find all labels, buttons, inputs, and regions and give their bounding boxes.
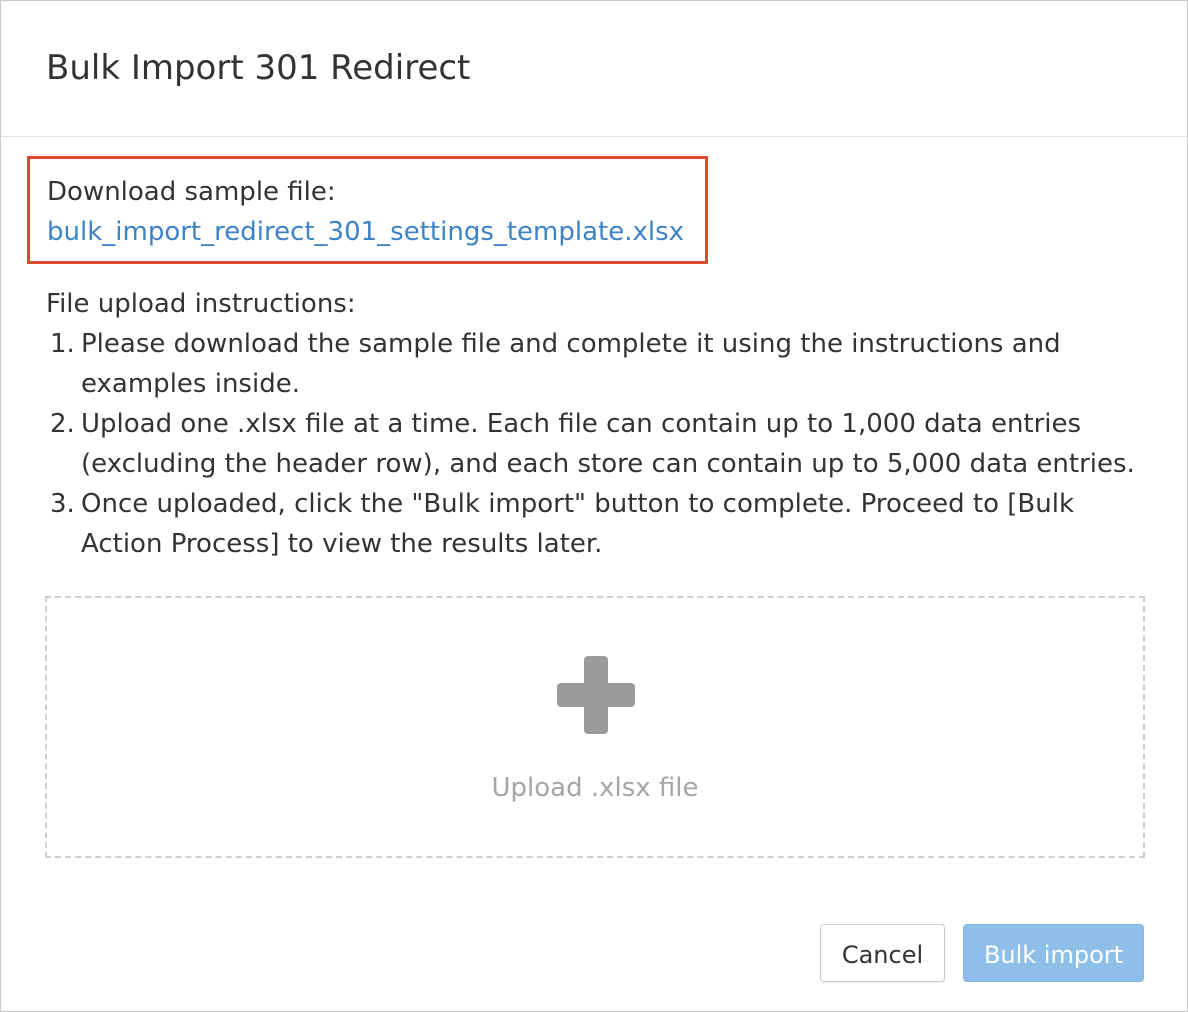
- dialog-header: Bulk Import 301 Redirect: [1, 1, 1187, 137]
- instructions-title: File upload instructions:: [46, 289, 356, 319]
- instruction-item: 1. Please download the sample file and c…: [46, 324, 1156, 404]
- plus-icon: [555, 654, 637, 736]
- instructions-list: 1. Please download the sample file and c…: [46, 324, 1156, 564]
- instruction-number: 3.: [50, 489, 75, 519]
- sample-file-highlight: Download sample file: bulk_import_redire…: [27, 156, 708, 264]
- instruction-text: Please download the sample file and comp…: [81, 329, 1061, 399]
- sample-file-label: Download sample file:: [47, 177, 336, 207]
- instruction-text: Once uploaded, click the "Bulk import" b…: [81, 489, 1075, 559]
- upload-instructions: File upload instructions: 1. Please down…: [46, 284, 1156, 564]
- instruction-text: Upload one .xlsx file at a time. Each fi…: [81, 409, 1135, 479]
- instruction-item: 2. Upload one .xlsx file at a time. Each…: [46, 404, 1156, 484]
- file-upload-dropzone[interactable]: Upload .xlsx file: [45, 596, 1145, 858]
- upload-label: Upload .xlsx file: [491, 773, 699, 803]
- dialog-title: Bulk Import 301 Redirect: [46, 48, 471, 88]
- bulk-import-button[interactable]: Bulk import: [963, 924, 1144, 982]
- instruction-item: 3. Once uploaded, click the "Bulk import…: [46, 484, 1156, 564]
- cancel-button[interactable]: Cancel: [820, 924, 945, 982]
- instruction-number: 1.: [50, 329, 75, 359]
- sample-file-download-link[interactable]: bulk_import_redirect_301_settings_templa…: [47, 214, 684, 250]
- bulk-import-dialog: Bulk Import 301 Redirect Download sample…: [0, 0, 1188, 1012]
- instruction-number: 2.: [50, 409, 75, 439]
